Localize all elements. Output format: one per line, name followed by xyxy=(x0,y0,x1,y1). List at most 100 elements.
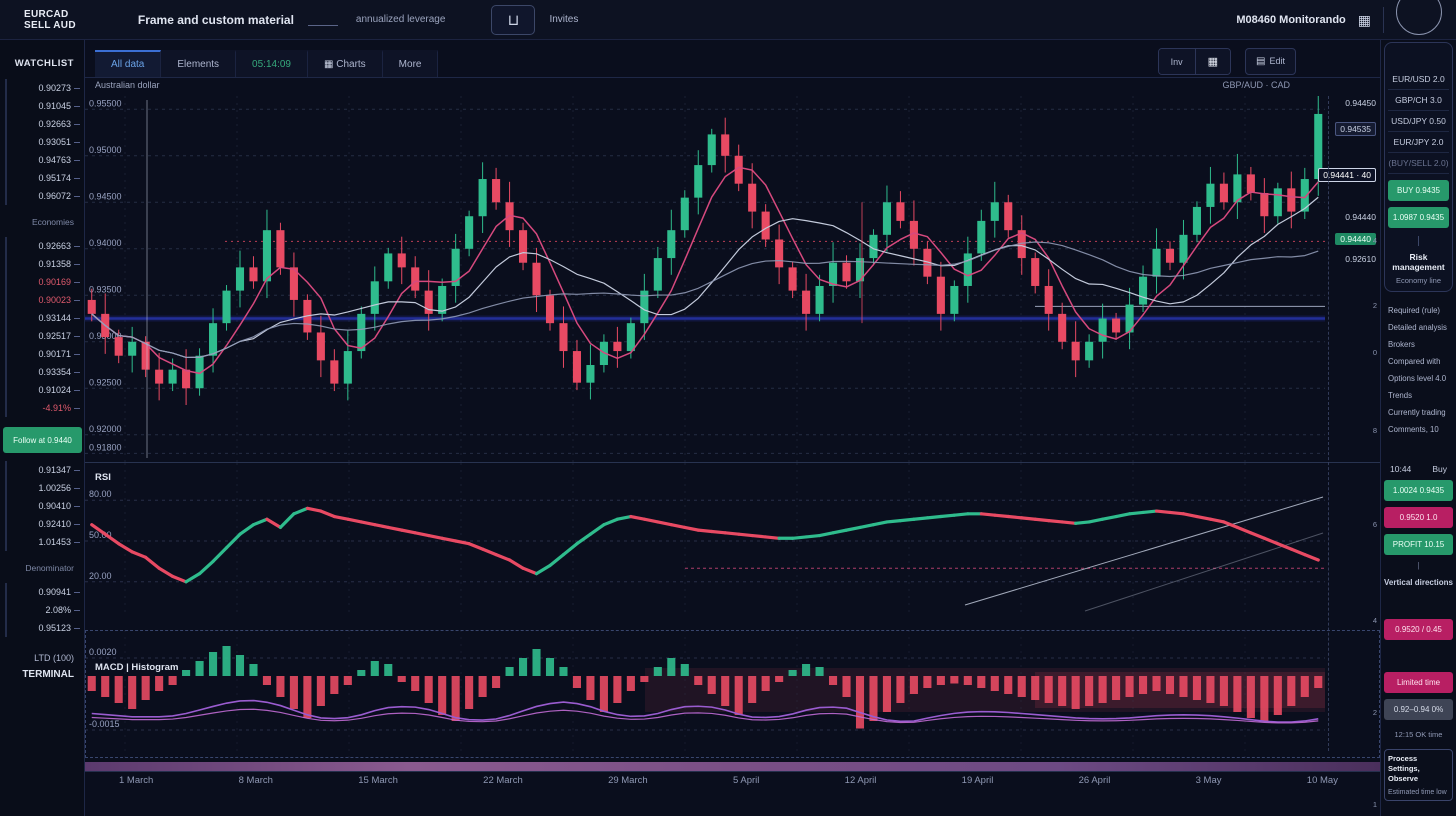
main-candlestick-chart[interactable]: 0.955000.950000.945000.940000.935000.930… xyxy=(85,96,1380,462)
follow-button[interactable]: Follow at 0.9440 xyxy=(3,427,82,453)
level-pink-button[interactable]: 0.9520 / 0.45 xyxy=(1384,619,1453,640)
svg-text:0.95500: 0.95500 xyxy=(89,98,122,108)
chart-tab[interactable]: Elements xyxy=(161,50,236,77)
pair-row-disabled: (BUY/SELL 2.0) xyxy=(1388,153,1449,174)
chart-tab[interactable]: All data xyxy=(95,50,161,77)
watchlist-value[interactable]: 0.90171 xyxy=(7,345,84,363)
menu-leverage[interactable]: annualized leverage xyxy=(356,14,446,25)
account-label[interactable]: M08460 Monitorando xyxy=(1236,14,1345,26)
pair-row[interactable]: EUR/JPY 2.0 xyxy=(1388,132,1449,153)
time-side-row: 10:44 Buy xyxy=(1384,464,1453,474)
process-note[interactable]: Process Settings, Observe Estimated time… xyxy=(1384,749,1453,801)
watchlist-value[interactable]: 0.90023 xyxy=(7,291,84,309)
watchlist-value[interactable]: 0.96072 xyxy=(7,187,84,205)
pair-row[interactable]: USD/JPY 0.50 xyxy=(1388,111,1449,132)
watchlist-value[interactable]: 0.91358 xyxy=(7,255,84,273)
watchlist-group-4: 0.909412.08%0.95123 xyxy=(5,583,84,637)
watchlist-value[interactable]: 1.00256 xyxy=(7,479,84,497)
edit-button[interactable]: ▤Edit xyxy=(1245,48,1296,75)
order-green-button[interactable]: 1.0024 0.9435 xyxy=(1384,480,1453,501)
ltd-label: LTD (100) xyxy=(0,653,84,663)
chart-tab[interactable]: 05:14:09 xyxy=(236,50,308,77)
pair-row[interactable]: EUR/USD 2.0 xyxy=(1388,69,1449,90)
toolbar-button-group: Inv ▦ xyxy=(1158,48,1231,75)
quick-input[interactable] xyxy=(308,14,338,26)
pairs-panel: EUR/USD 2.0GBP/CH 3.0USD/JPY 0.50EUR/JPY… xyxy=(1384,42,1453,292)
sidebar-link[interactable]: Options level 4.0 xyxy=(1384,370,1453,387)
vertical-directions-label: Vertical directions xyxy=(1384,578,1453,587)
ticker-line1: EURCAD xyxy=(24,9,76,20)
watchlist-value[interactable]: 0.93354 xyxy=(7,363,84,381)
divider xyxy=(1418,236,1419,246)
sidebar-link[interactable]: Currently trading xyxy=(1384,404,1453,421)
watchlist-value[interactable]: 0.93051 xyxy=(7,133,84,151)
workspace-button[interactable]: ⊔ xyxy=(491,5,535,35)
time-axis-label: 3 May xyxy=(1196,775,1222,789)
invites-label[interactable]: Invites xyxy=(549,14,578,25)
watchlist-value[interactable]: 0.93144 xyxy=(7,309,84,327)
watchlist-value[interactable]: 0.91347 xyxy=(7,461,84,479)
sidebar-link[interactable]: Detailed analysis xyxy=(1384,319,1453,336)
svg-text:0.94000: 0.94000 xyxy=(89,238,122,248)
sidebar-link[interactable]: Required (rule) xyxy=(1384,302,1453,319)
watchlist-value[interactable]: 0.91024 xyxy=(7,381,84,399)
quote-button[interactable]: 1.0987 0.9435 xyxy=(1388,207,1449,228)
scale-tick: 1 xyxy=(1373,800,1377,809)
buy-button[interactable]: BUY 0.9435 xyxy=(1388,180,1449,201)
menu-frame-material[interactable]: Frame and custom material xyxy=(138,13,294,27)
macd-panel[interactable]: 0.0020-0.0015 xyxy=(85,630,1380,758)
svg-text:20.00: 20.00 xyxy=(89,571,112,581)
watchlist-value[interactable]: 0.95123 xyxy=(7,619,84,637)
limited-time-button[interactable]: Limited time xyxy=(1384,672,1453,693)
time-axis-label: 8 March xyxy=(239,775,273,789)
time-axis-label: 10 May xyxy=(1307,775,1338,789)
time-axis: 1 March8 March15 March22 March29 March5 … xyxy=(85,771,1380,789)
rsi-panel[interactable]: 80.0050.0020.00 xyxy=(85,462,1380,612)
volume-strip xyxy=(85,762,1380,771)
watchlist-value[interactable]: 0.94763 xyxy=(7,151,84,169)
grid-icon[interactable]: ▦ xyxy=(1358,12,1371,29)
chart-tab[interactable]: Charts xyxy=(308,50,383,77)
sidebar-link[interactable]: Compared with xyxy=(1384,353,1453,370)
range-button[interactable]: 0.92–0.94 0% xyxy=(1384,699,1453,720)
watchlist-value[interactable]: 0.90410 xyxy=(7,497,84,515)
watchlist-value[interactable]: 0.90273 xyxy=(7,79,84,97)
watchlist-value[interactable]: 2.08% xyxy=(7,601,84,619)
watchlist-value[interactable]: 0.92663 xyxy=(7,115,84,133)
watchlist-value[interactable]: 0.92410 xyxy=(7,515,84,533)
watchlist-value[interactable]: 1.01453 xyxy=(7,533,84,551)
svg-text:80.00: 80.00 xyxy=(89,489,112,499)
sidebar-link[interactable]: Trends xyxy=(1384,387,1453,404)
watchlist-title: WATCHLIST xyxy=(0,58,84,69)
ok-time-label: 12:15 OK time xyxy=(1384,730,1453,739)
layout-grid-icon-button[interactable]: ▦ xyxy=(1195,49,1230,74)
watchlist-value[interactable]: -4.91% xyxy=(7,399,84,417)
watchlist-sidebar: WATCHLIST 0.902730.910450.926630.930510.… xyxy=(0,40,85,816)
svg-text:0.95000: 0.95000 xyxy=(89,145,122,155)
svg-text:0.92000: 0.92000 xyxy=(89,424,122,434)
chart-canvas[interactable]: 0.955000.950000.945000.940000.935000.930… xyxy=(85,96,1380,789)
calendar-icon: ▤ xyxy=(1256,56,1265,67)
watchlist-value[interactable]: 0.95174 xyxy=(7,169,84,187)
svg-text:0.0020: 0.0020 xyxy=(89,647,117,657)
profit-button[interactable]: PROFIT 10.15 xyxy=(1384,534,1453,555)
terminal-label[interactable]: TERMINAL xyxy=(0,669,84,680)
order-time: 10:44 xyxy=(1390,464,1411,474)
watchlist-value[interactable]: 0.90169 xyxy=(7,273,84,291)
watchlist-value[interactable]: 0.92663 xyxy=(7,237,84,255)
sidebar-links: Required (rule)Detailed analysisBrokersC… xyxy=(1384,302,1453,438)
chart-tab[interactable]: More xyxy=(383,50,439,77)
inv-button[interactable]: Inv xyxy=(1159,49,1195,74)
pair-row[interactable]: GBP/CH 3.0 xyxy=(1388,90,1449,111)
sidebar-link[interactable]: Comments, 10 xyxy=(1384,421,1453,438)
symbol-caption: GBP/AUD · CAD xyxy=(1222,80,1290,94)
ticker-line2: SELL AUD xyxy=(24,20,76,31)
watchlist-value[interactable]: 0.91045 xyxy=(7,97,84,115)
ticker-symbol[interactable]: EURCAD SELL AUD xyxy=(24,9,76,31)
sidebar-link[interactable]: Brokers xyxy=(1384,336,1453,353)
watchlist-value[interactable]: 0.92517 xyxy=(7,327,84,345)
watchlist-value[interactable]: 0.90941 xyxy=(7,583,84,601)
avatar[interactable] xyxy=(1396,0,1442,35)
top-bar: EURCAD SELL AUD Frame and custom materia… xyxy=(0,0,1456,40)
order-pink-button[interactable]: 0.9520 1.0 xyxy=(1384,507,1453,528)
